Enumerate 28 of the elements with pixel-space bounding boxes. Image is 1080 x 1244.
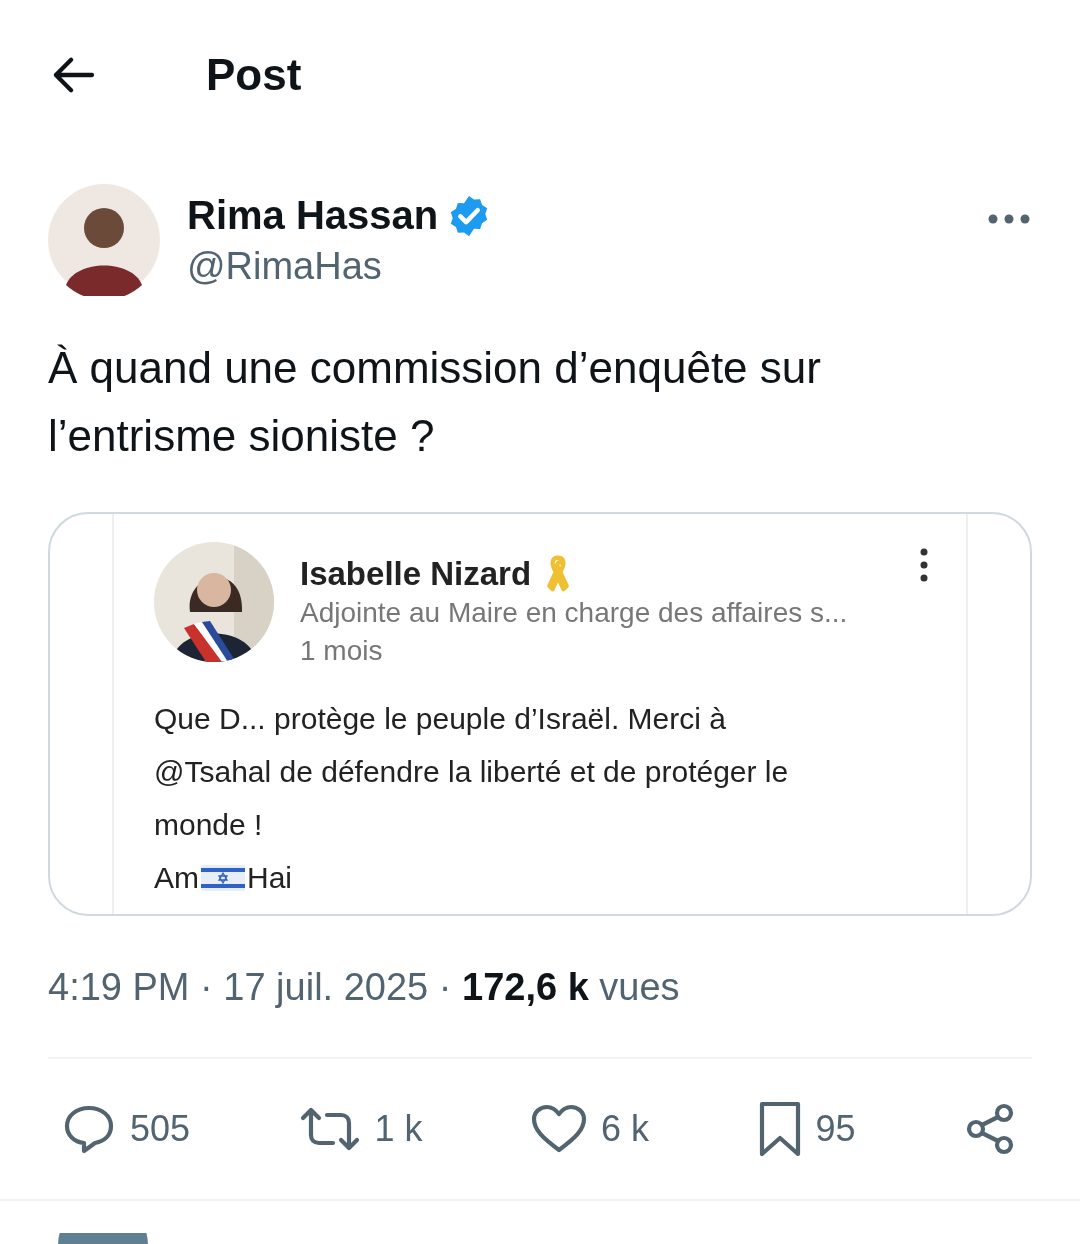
quoted-screenshot[interactable]: Isabelle Nizard Adjointe au Maire en charge des affaires s... 1 mois Que D... protège le peuple d’Israël. Merci à @Tsahal de défendre la liberté et de protéger le monde ! Am Hai: [48, 512, 1032, 916]
repost-button[interactable]: 1 k: [298, 1106, 423, 1152]
page-title: Post: [206, 50, 302, 100]
post-metadata: 4:19 PM · 17 juil. 2025 · 172,6 k vues: [48, 966, 681, 1009]
reply-button[interactable]: 505: [62, 1104, 191, 1154]
speech-bubble-icon: [62, 1104, 116, 1154]
ribbon-icon: [545, 554, 572, 594]
quoted-post-word: Am: [154, 860, 199, 896]
quoted-author-name: Isabelle Nizard: [300, 555, 532, 593]
share-icon: [964, 1103, 1016, 1155]
author-handle[interactable]: @RimaHas: [187, 244, 988, 288]
quoted-author-title: Adjointe au Maire en charge des affaires s...: [300, 596, 849, 630]
quoted-post-line: monde !: [154, 807, 264, 843]
quoted-post-time: 1 mois: [300, 634, 384, 668]
bookmark-button[interactable]: 95: [757, 1101, 856, 1157]
share-button[interactable]: [964, 1103, 1016, 1155]
heart-icon: [531, 1104, 587, 1154]
like-button[interactable]: 6 k: [531, 1104, 650, 1154]
more-icon[interactable]: [988, 214, 1030, 224]
repost-icon: [298, 1106, 361, 1152]
more-icon: [920, 548, 928, 582]
post-text: À quand une commission d’enquête sur l’entrisme sioniste ?: [48, 342, 822, 462]
flag-icon: [201, 864, 245, 891]
quoted-post-line: Que D... protège le peuple d’Israël. Merci à: [154, 701, 727, 737]
quoted-post-word: Hai: [247, 860, 292, 896]
quoted-post-line: @Tsahal de défendre la liberté et de protéger le: [154, 754, 790, 790]
bookmark-icon: [757, 1101, 802, 1157]
author-name[interactable]: Rima Hassan: [187, 193, 439, 238]
